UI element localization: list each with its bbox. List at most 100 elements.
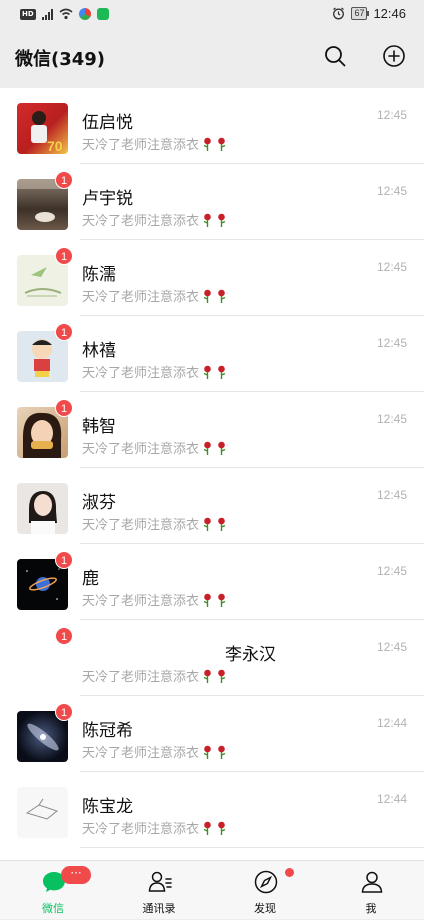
chat-message: 天冷了老师注意添衣 [82,442,200,457]
rose-icon [218,441,226,455]
rose-icon [218,593,226,607]
tab-label: 发现 [254,902,276,915]
tab-label: 通讯录 [142,902,176,915]
tab-discover[interactable]: 发现 [212,861,318,920]
rose-icon [218,289,226,303]
rose-icon [203,821,211,835]
unread-badge: 1 [55,247,73,265]
bottom-tab-bar: ··· 微信 通讯录 发现 我 [0,860,424,919]
page-title: 微信(349) [15,49,106,70]
chat-row[interactable]: 淑芬 天冷了老师注意添衣 12:45 [0,468,424,544]
unread-badge: 1 [55,703,73,721]
chat-message: 天冷了老师注意添衣 [82,822,200,837]
status-time: 12:46 [373,6,406,21]
svg-text:70: 70 [47,138,63,154]
chat-preview: 天冷了老师注意添衣 [82,134,227,153]
chat-row[interactable]: 1 陈冠希 天冷了老师注意添衣 12:44 [0,696,424,772]
rose-icon [203,137,211,151]
chat-name: 陈宝龙 [82,797,133,817]
chat-row[interactable]: 1 陈濡 天冷了老师注意添衣 12:45 [0,240,424,316]
chat-time: 12:45 [376,488,407,502]
chat-name: 李永汉 [225,645,276,665]
contacts-icon [148,871,172,892]
chat-message: 天冷了老师注意添衣 [82,518,200,533]
chat-name: 卢宇锐 [82,189,133,209]
rose-icon [203,213,211,227]
compass-icon [254,870,278,894]
app-notification-icon [78,8,91,20]
chat-time: 12:45 [376,412,407,426]
add-icon[interactable] [381,43,407,69]
chat-name: 鹿 [82,569,99,589]
rose-icon [203,517,211,531]
chat-time: 12:44 [376,792,407,806]
status-bar-right: 67 12:46 [332,6,406,21]
tab-chats[interactable]: ··· 微信 [0,861,106,920]
chat-preview: 天冷了老师注意添衣 [82,210,227,229]
chat-time: 12:45 [376,640,407,654]
person-icon [361,871,383,893]
status-bar-left: HD [20,8,109,20]
chat-time: 12:44 [376,716,407,730]
tab-label: 微信 [42,902,64,915]
chat-row[interactable]: 1 林禧 天冷了老师注意添衣 12:45 [0,316,424,392]
chat-message: 天冷了老师注意添衣 [82,594,200,609]
chat-message: 天冷了老师注意添衣 [82,366,200,381]
chat-row[interactable]: 1 卢宇锐 天冷了老师注意添衣 12:45 [0,164,424,240]
rose-icon [218,365,226,379]
wifi-icon [59,8,73,20]
search-icon[interactable] [322,43,348,69]
chat-name: 陈冠希 [82,721,133,741]
app-header: 微信(349) [0,30,424,82]
unread-badge: 1 [55,399,73,417]
status-bar: HD 67 12:46 [0,0,424,30]
chat-row[interactable]: 1 李永汉 天冷了老师注意添衣 12:45 [0,620,424,696]
chat-preview: 天冷了老师注意添衣 [82,514,227,533]
rose-icon [203,365,211,379]
rose-icon [218,517,226,531]
chat-message: 天冷了老师注意添衣 [82,746,200,761]
tab-me[interactable]: 我 [318,861,424,920]
chat-list: 70 伍启悦 天冷了老师注意添衣 12:45 1 卢宇锐 天冷了老师注意添衣 1… [0,88,424,860]
chat-row[interactable]: 1 鹿 天冷了老师注意添衣 12:45 [0,544,424,620]
chat-time: 12:45 [376,108,407,122]
avatar [17,483,68,534]
chat-message: 天冷了老师注意添衣 [82,290,200,305]
rose-icon [203,669,211,683]
avatar [17,787,68,838]
unread-badge: 1 [55,627,73,645]
chat-message: 天冷了老师注意添衣 [82,670,200,685]
chat-preview: 天冷了老师注意添衣 [82,742,227,761]
chat-row[interactable]: 70 伍启悦 天冷了老师注意添衣 12:45 [0,88,424,164]
chat-name: 韩智 [82,417,116,437]
video-app-icon [96,8,109,20]
chat-preview: 天冷了老师注意添衣 [82,438,227,457]
chat-row[interactable]: 1 韩智 天冷了老师注意添衣 12:45 [0,392,424,468]
chat-time: 12:45 [376,260,407,274]
chat-time: 12:45 [376,184,407,198]
chat-preview: 天冷了老师注意添衣 [82,818,227,837]
rose-icon [203,441,211,455]
unread-badge: 1 [55,551,73,569]
hd-indicator: HD [20,8,36,20]
chat-name: 陈濡 [82,265,116,285]
chat-name: 淑芬 [82,493,116,513]
battery-indicator: 67 [351,7,370,20]
alarm-icon [333,7,345,20]
chat-message: 天冷了老师注意添衣 [82,214,200,229]
new-dot-indicator [285,868,294,877]
chat-name: 林禧 [82,341,116,361]
chat-preview: 天冷了老师注意添衣 [82,590,227,609]
rose-icon [203,745,211,759]
tab-contacts[interactable]: 通讯录 [106,861,212,920]
tab-badge: ··· [61,866,91,884]
rose-icon [203,593,211,607]
unread-badge: 1 [55,323,73,341]
unread-badge: 1 [55,171,73,189]
rose-icon [218,137,226,151]
rose-icon [218,669,226,683]
rose-icon [218,213,226,227]
signal-icon [41,8,53,20]
chat-row[interactable]: 陈宝龙 天冷了老师注意添衣 12:44 [0,772,424,848]
chat-preview: 天冷了老师注意添衣 [82,666,227,685]
